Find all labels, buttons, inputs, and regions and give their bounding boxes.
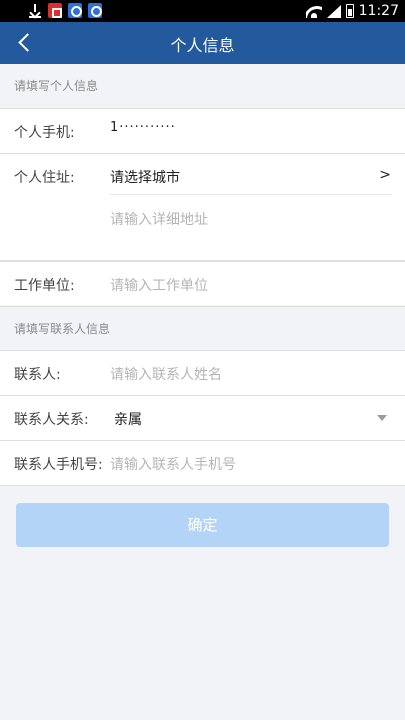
divider [110,194,391,195]
contact-name-label: 联系人: [14,367,61,383]
status-bar: 11:27 [0,0,405,22]
dropdown-arrow-icon[interactable] [377,415,387,421]
personal-phone-row[interactable]: 个人手机: 1··········· [0,108,405,153]
city-select[interactable]: 请选择城市 [110,167,180,187]
personal-address-row: 个人住址: 请选择城市 > 请输入详细地址 [0,153,405,260]
contact-relation-select[interactable]: 亲属 [114,409,142,429]
page-title: 个人信息 [170,36,235,55]
personal-phone-input[interactable]: 1··········· [110,120,176,135]
signal-icon [326,4,341,18]
app-bar: 个人信息 [0,22,405,64]
work-unit-row[interactable]: 工作单位: 请输入工作单位 [0,260,405,305]
contact-relation-label: 联系人关系: [14,412,89,428]
contact-section-header: 请填写联系人信息 [0,306,405,350]
work-unit-input[interactable]: 请输入工作单位 [110,275,208,295]
download-icon [28,3,42,18]
personal-phone-label: 个人手机: [14,125,75,141]
personal-section-header: 请填写个人信息 [0,64,405,108]
contact-relation-row[interactable]: 联系人关系: 亲属 [0,395,405,440]
contact-name-input[interactable]: 请输入联系人姓名 [110,364,222,384]
wifi-icon [306,5,322,18]
battery-icon [345,4,354,18]
contact-phone-row[interactable]: 联系人手机号: 请输入联系人手机号 [0,440,405,485]
contact-phone-input[interactable]: 请输入联系人手机号 [110,454,236,474]
detail-address-input[interactable]: 请输入详细地址 [110,209,208,229]
blue-app-icon [88,3,102,18]
chevron-right-icon[interactable]: > [379,167,391,183]
blue-app-icon [68,3,82,18]
confirm-button[interactable]: 确定 [16,503,389,547]
work-unit-label: 工作单位: [14,278,75,294]
personal-address-label: 个人住址: [14,170,75,186]
contact-phone-label: 联系人手机号: [14,457,103,473]
divider [0,485,405,486]
status-time: 11:27 [358,3,399,19]
contact-name-row[interactable]: 联系人: 请输入联系人姓名 [0,350,405,395]
red-app-icon [48,3,62,18]
